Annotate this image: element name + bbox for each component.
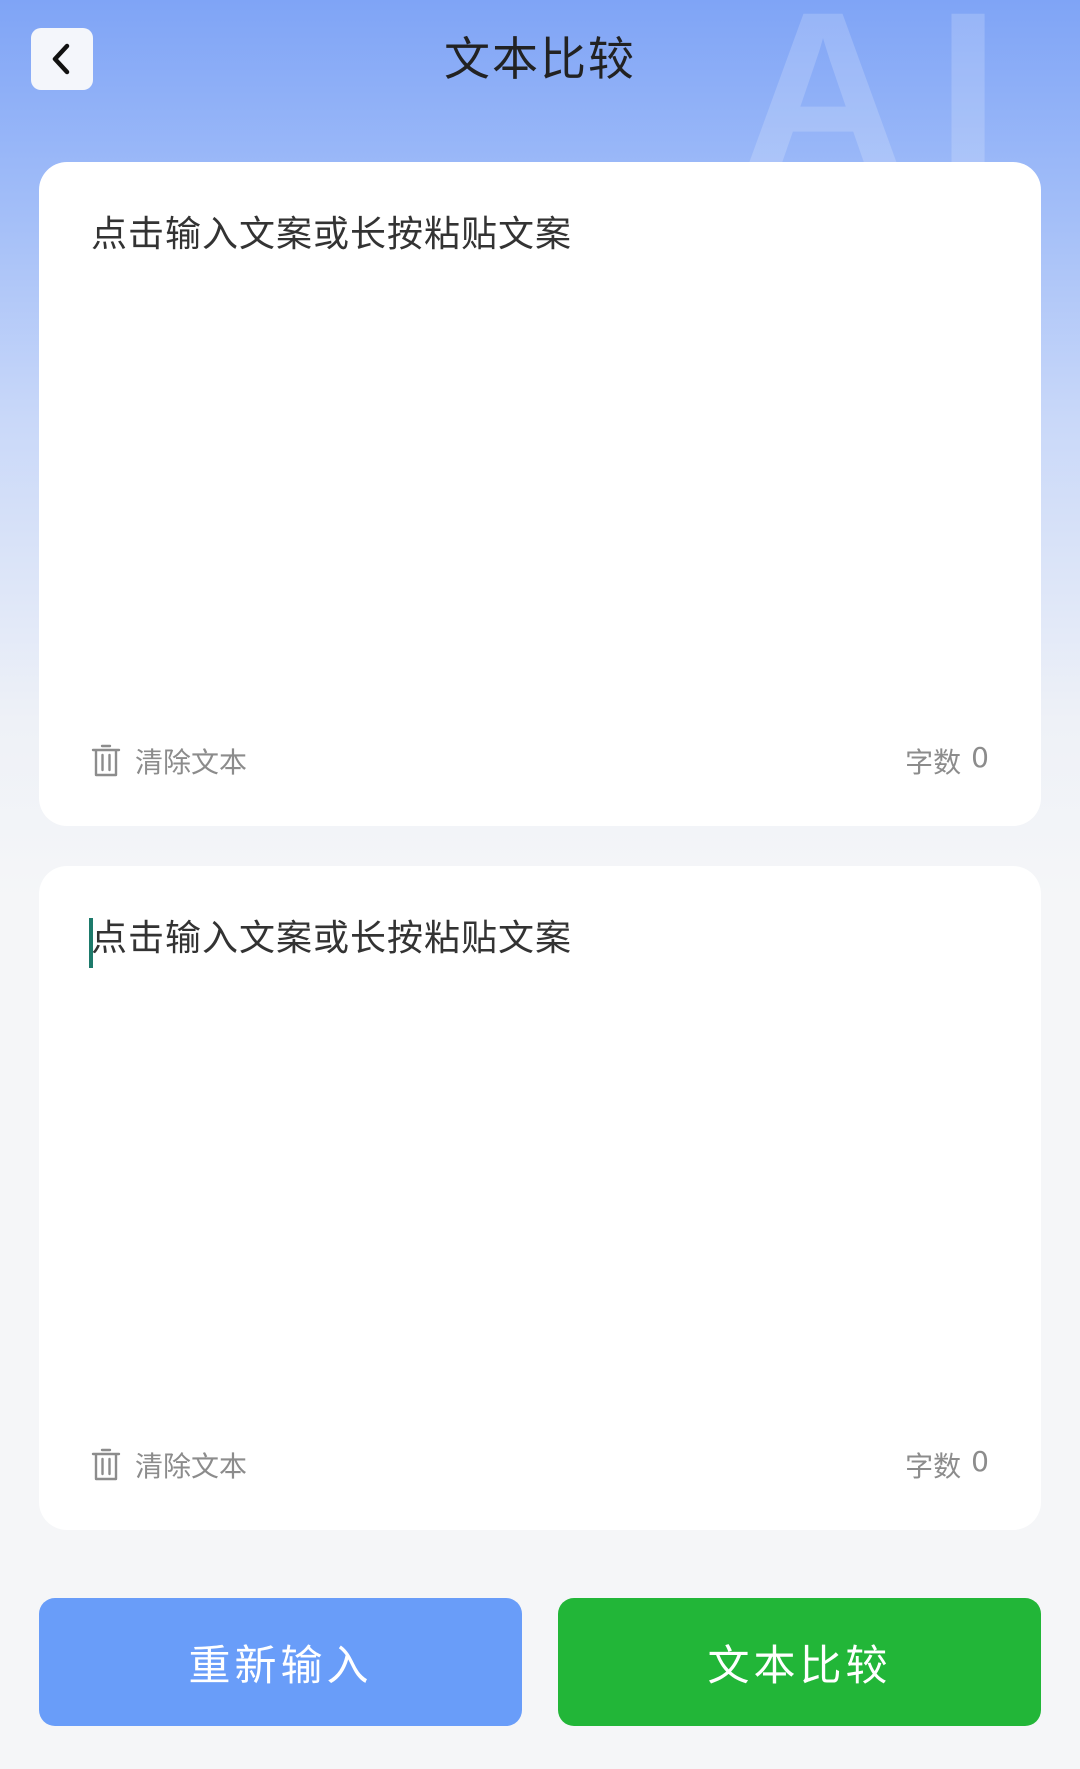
word-count-value: 0 [971,741,989,774]
reset-input-button[interactable]: 重新输入 [39,1598,522,1726]
card-footer: 清除文本 字数 0 [91,736,989,786]
word-count: 字数 0 [905,741,989,781]
clear-text-button[interactable]: 清除文本 [91,1445,247,1485]
page-title: 文本比较 [444,32,636,86]
text-input-1[interactable]: 点击输入文案或长按粘贴文案 [91,210,989,670]
clear-text-label: 清除文本 [135,1450,248,1483]
text-input-placeholder: 点击输入文案或长按粘贴文案 [91,214,573,255]
text-input-card-2: 点击输入文案或长按粘贴文案 清除文本 字数 0 [39,866,1041,1530]
word-count-value: 0 [971,1445,989,1478]
text-input-2[interactable]: 点击输入文案或长按粘贴文案 [89,914,989,1374]
word-count-label: 字数 [905,746,962,779]
trash-icon [91,744,121,777]
word-count: 字数 0 [905,1445,989,1485]
word-count-label: 字数 [905,1450,962,1483]
text-cursor [89,918,93,968]
compare-text-button[interactable]: 文本比较 [558,1598,1041,1726]
card-footer: 清除文本 字数 0 [91,1440,989,1490]
trash-icon [91,1448,121,1481]
clear-text-button[interactable]: 清除文本 [91,741,247,781]
text-input-placeholder: 点击输入文案或长按粘贴文案 [91,918,573,959]
text-input-card-1: 点击输入文案或长按粘贴文案 清除文本 字数 0 [39,162,1041,826]
clear-text-label: 清除文本 [135,746,248,779]
